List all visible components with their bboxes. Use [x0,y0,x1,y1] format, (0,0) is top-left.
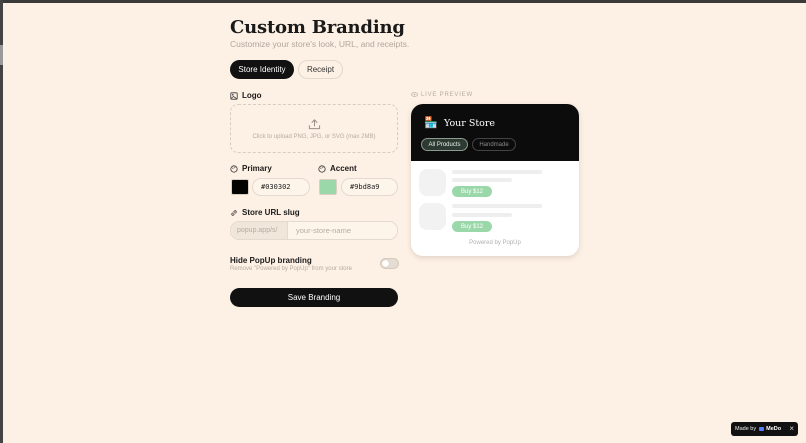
live-preview-text: LIVE PREVIEW [421,91,473,98]
preview-skeleton-line [452,170,542,174]
page-title: Custom Branding [230,17,405,38]
made-by-badge[interactable]: Made by MeDo × [731,422,798,436]
preview-skeleton-line [452,178,512,182]
toggle-knob [382,260,389,267]
palette-icon [230,164,238,173]
preview-product-thumb [419,203,446,230]
storefront-icon: 🏪 [424,117,438,129]
accent-color-swatch[interactable] [319,179,337,195]
left-edge-notch [0,45,3,65]
eye-icon [411,92,418,97]
url-slug-input[interactable]: your-store-name [288,222,397,239]
primary-color-label-row: Primary [230,164,272,173]
window-top-bar [0,0,806,3]
primary-color-input[interactable]: #030302 [252,178,310,196]
url-slug-label-row: Store URL slug [230,208,300,217]
preview-buy-button[interactable]: Buy $12 [452,221,492,232]
preview-store-name: Your Store [444,118,496,129]
medo-logo-icon [759,427,765,431]
preview-powered-by: Powered by PopUp [469,240,521,246]
window-left-edge [0,0,3,443]
hide-branding-title: Hide PopUp branding [230,256,312,265]
preview-skeleton-line [452,204,542,208]
tab-receipt[interactable]: Receipt [298,60,343,79]
primary-color-swatch[interactable] [231,179,249,195]
palette-icon [318,164,326,173]
made-by-text: Made by [735,426,757,432]
accent-color-input[interactable]: #9bd8a9 [341,178,398,196]
live-preview-label: LIVE PREVIEW [411,91,473,98]
preview-product-thumb [419,169,446,196]
upload-hint: Click to upload PNG, JPG, or SVG (max 2M… [252,133,376,140]
made-by-brand: MeDo [766,426,782,432]
preview-store-header: 🏪 Your Store All Products Handmade [411,104,579,161]
logo-section-label: Logo [230,91,262,100]
preview-skeleton-line [452,213,512,217]
url-slug-label: Store URL slug [242,208,300,217]
logo-upload-dropzone[interactable]: Click to upload PNG, JPG, or SVG (max 2M… [230,104,398,153]
upload-icon [308,118,320,129]
hide-branding-toggle[interactable] [380,258,399,269]
primary-color-label: Primary [242,164,272,173]
page-subtitle: Customize your store's look, URL, and re… [230,39,410,49]
logo-label: Logo [242,91,262,100]
url-slug-field: popup.app/s/ your-store-name [230,221,398,240]
accent-color-label-row: Accent [318,164,357,173]
image-icon [230,91,238,100]
hide-branding-description: Remove "Powered by PopUp" from your stor… [230,266,352,272]
link-icon [231,209,237,216]
close-icon[interactable]: × [789,424,794,433]
accent-color-label: Accent [330,164,357,173]
preview-pill-handmade[interactable]: Handmade [472,138,516,151]
tab-store-identity[interactable]: Store Identity [230,60,294,79]
save-branding-button[interactable]: Save Branding [230,288,398,307]
preview-buy-button[interactable]: Buy $12 [452,186,492,197]
url-slug-prefix: popup.app/s/ [231,222,288,239]
live-preview-card: 🏪 Your Store All Products Handmade Buy $… [411,104,579,256]
preview-pill-all-products[interactable]: All Products [421,138,468,151]
